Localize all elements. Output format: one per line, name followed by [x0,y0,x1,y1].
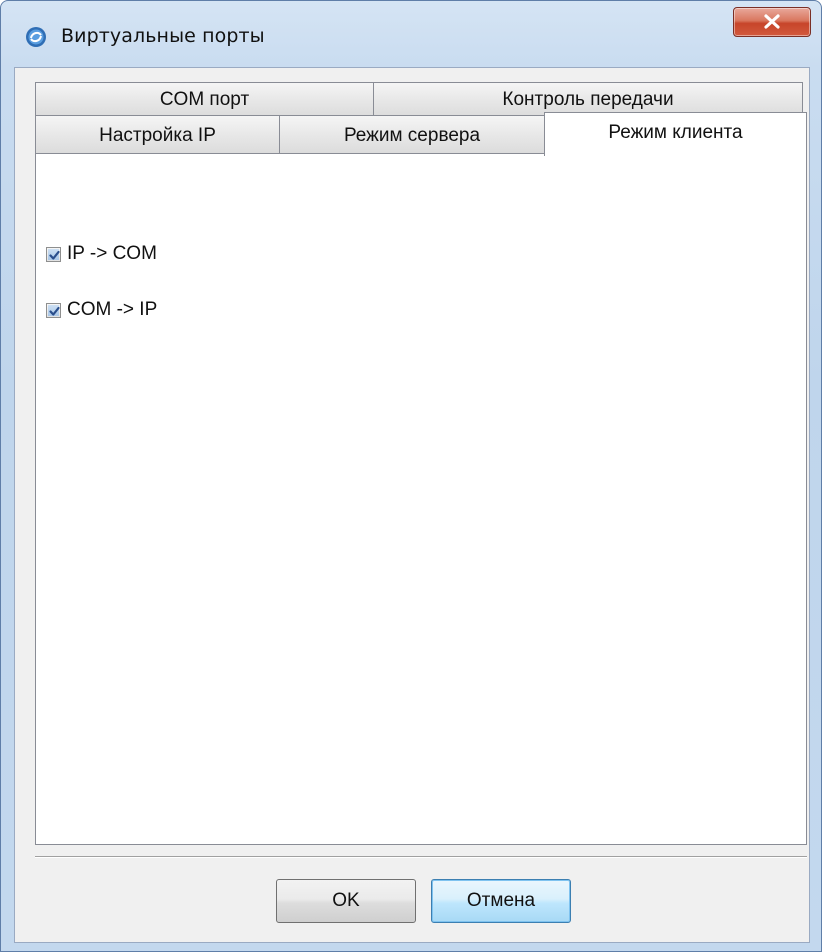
checkbox-box[interactable] [46,302,61,318]
close-button[interactable] [733,7,811,37]
dialog-client-area: COM порт Контроль передачи Настройка IP … [14,67,810,943]
divider [35,856,807,858]
checkbox-ip-to-com[interactable]: IP -> COM [46,242,157,266]
tab-ip-settings[interactable]: Настройка IP [35,115,280,153]
close-icon [764,14,780,29]
checkbox-com-to-ip[interactable]: COM -> IP [46,298,157,322]
app-logo-icon [26,27,46,47]
dialog-window: Виртуальные порты COM порт Контроль пере… [0,0,822,952]
tab-transfer-control[interactable]: Контроль передачи [373,82,803,116]
tab-panel-client-mode: IP -> COM COM -> IP [35,153,807,845]
ok-button[interactable]: OK [276,879,416,923]
checkbox-box[interactable] [46,246,61,262]
tab-com-port[interactable]: COM порт [35,82,374,116]
checkmark-icon [49,306,60,316]
window-title: Виртуальные порты [61,25,265,47]
checkmark-icon [49,250,60,260]
cancel-button[interactable]: Отмена [431,879,571,923]
tab-client-mode[interactable]: Режим клиента [544,112,807,156]
checkbox-label: IP -> COM [67,243,157,264]
tab-server-mode[interactable]: Режим сервера [279,115,545,153]
checkbox-label: COM -> IP [67,299,158,320]
title-bar[interactable]: Виртуальные порты [1,1,821,73]
